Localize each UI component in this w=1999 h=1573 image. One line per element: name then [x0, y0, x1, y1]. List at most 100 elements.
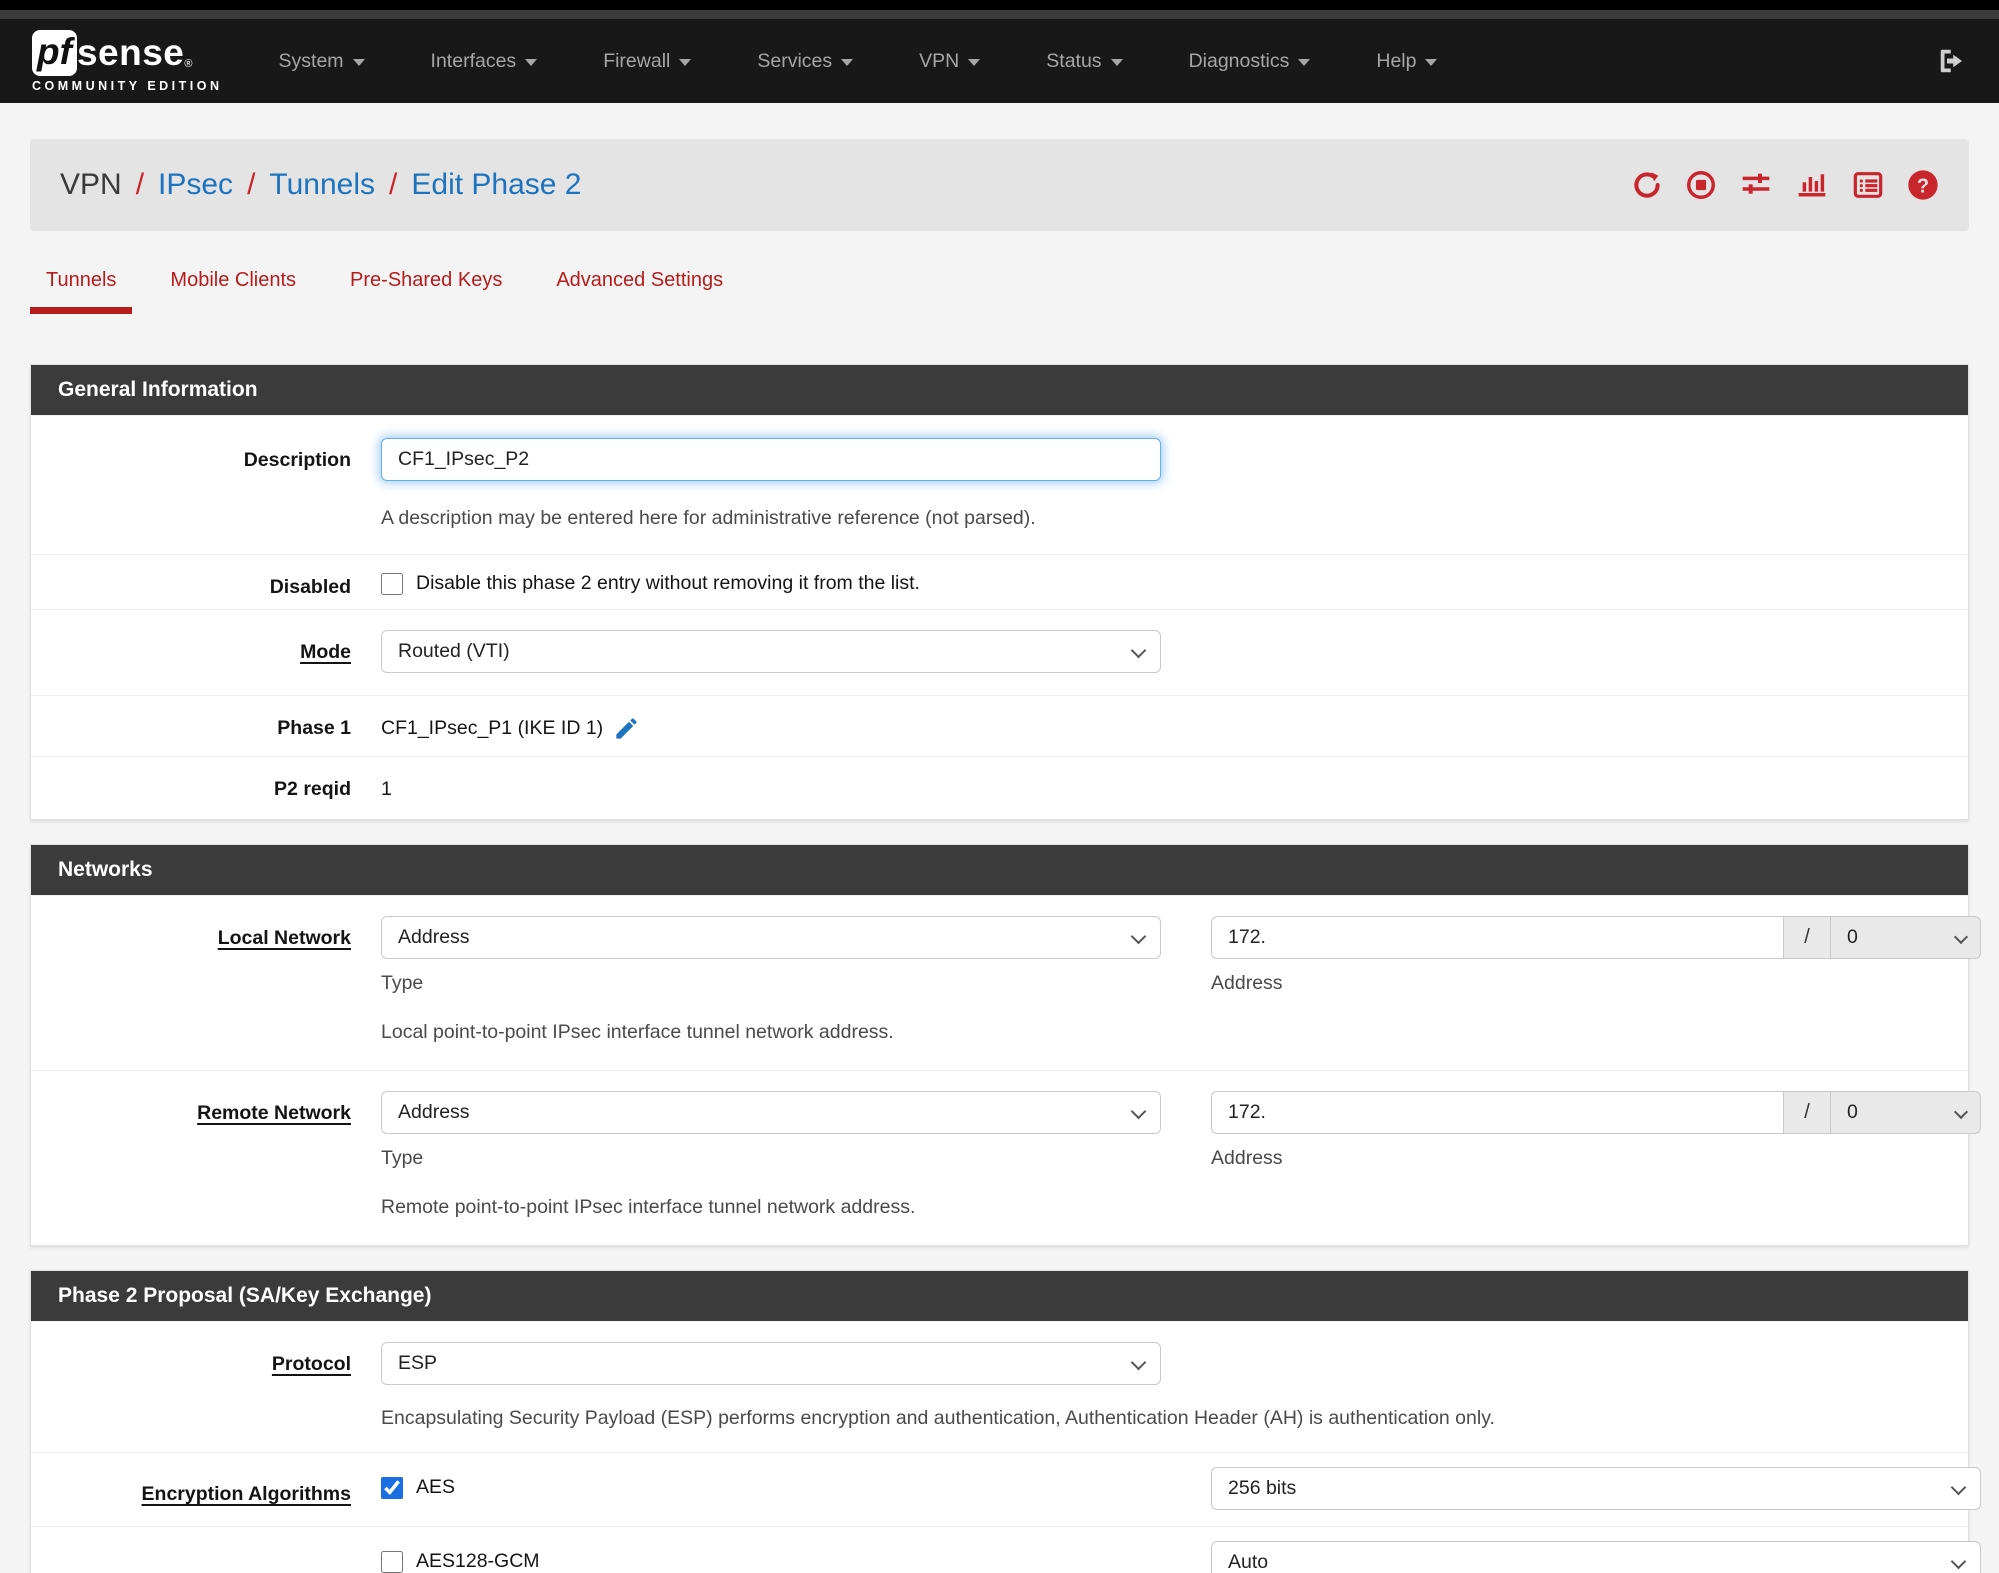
panel-title: Phase 2 Proposal (SA/Key Exchange): [31, 1271, 1968, 1321]
protocol-help: Encapsulating Security Payload (ESP) per…: [381, 1407, 1495, 1429]
chevron-down-icon: [1110, 58, 1123, 66]
nav-item-diagnostics[interactable]: Diagnostics: [1189, 50, 1311, 73]
protocol-select[interactable]: ESP: [381, 1342, 1161, 1385]
logout-icon[interactable]: [1937, 46, 1967, 76]
remote-network-address-sublabel: Address: [1211, 1147, 1283, 1169]
phase2-proposal-panel: Phase 2 Proposal (SA/Key Exchange) Proto…: [30, 1270, 1981, 1573]
local-network-help: Local point-to-point IPsec interface tun…: [381, 1021, 894, 1043]
local-network-type-value: Address: [398, 926, 470, 948]
edit-pencil-icon[interactable]: [613, 715, 640, 748]
protocol-label: Protocol: [271, 1353, 351, 1375]
p2reqid-row: P2 reqid 1: [31, 756, 1968, 819]
chevron-down-icon: [1130, 928, 1147, 945]
aes-keylen-select[interactable]: 256 bits: [1211, 1467, 1981, 1510]
chevron-down-icon: [1130, 1354, 1147, 1371]
local-network-address-sublabel: Address: [1211, 972, 1283, 994]
log-icon[interactable]: [1851, 169, 1885, 201]
help-icon[interactable]: ?: [1907, 169, 1939, 201]
phase1-row: Phase 1 CF1_IPsec_P1 (IKE ID 1): [31, 695, 1968, 756]
mode-select[interactable]: Routed (VTI): [381, 630, 1161, 673]
chevron-down-icon: [1950, 1479, 1967, 1496]
mode-label: Mode: [300, 641, 351, 663]
nav-item-label: VPN: [919, 49, 960, 72]
nav-item-interfaces[interactable]: Interfaces: [431, 50, 538, 73]
nav-item-vpn[interactable]: VPN: [919, 49, 981, 73]
address-separator: /: [1784, 1091, 1831, 1134]
refresh-icon[interactable]: [1631, 169, 1663, 201]
remote-network-label: Remote Network: [197, 1102, 351, 1124]
nav-item-status[interactable]: Status: [1046, 50, 1123, 73]
phase1-value: CF1_IPsec_P1 (IKE ID 1): [381, 717, 604, 739]
chevron-down-icon: [679, 58, 692, 66]
chevron-down-icon: [1130, 1103, 1147, 1120]
tab-mobile-clients[interactable]: Mobile Clients: [154, 269, 312, 314]
page-tabs: Tunnels Mobile Clients Pre-Shared Keys A…: [30, 269, 1969, 314]
status-chart-icon[interactable]: [1795, 169, 1829, 201]
chevron-down-icon: [841, 58, 854, 66]
disabled-checkbox-row: Disable this phase 2 entry without remov…: [381, 563, 1944, 595]
panel-title: Networks: [31, 845, 1968, 895]
nav-item-label: Interfaces: [430, 49, 517, 72]
protocol-row: Protocol ESP Encapsulating Security Payl…: [31, 1321, 1968, 1452]
pfsense-logo[interactable]: pf sense ® COMMUNITY EDITION: [32, 29, 223, 93]
logo-sense-text: sense: [76, 31, 185, 73]
aes-keylen-value: 256 bits: [1228, 1477, 1297, 1499]
panel-title: General Information: [31, 365, 1968, 415]
breadcrumb-link-tunnels[interactable]: Tunnels: [269, 168, 375, 202]
nav-item-label: Services: [757, 49, 833, 72]
description-input[interactable]: [381, 438, 1161, 481]
aes128gcm-keylen-value: Auto: [1228, 1551, 1269, 1573]
breadcrumb: VPN / IPsec / Tunnels / Edit Phase 2: [60, 168, 582, 202]
chevron-down-icon: [1950, 1553, 1967, 1570]
breadcrumb-separator: /: [247, 168, 256, 201]
nav-item-label: Help: [1376, 49, 1417, 72]
disabled-checkbox[interactable]: [381, 572, 403, 595]
remote-network-type-select[interactable]: Address: [381, 1091, 1161, 1134]
chevron-down-icon: [968, 58, 981, 66]
logo-edition-text: COMMUNITY EDITION: [32, 78, 223, 93]
chevron-down-icon: [1425, 58, 1438, 66]
mode-select-value: Routed (VTI): [398, 640, 510, 662]
chevron-down-icon: [1953, 1104, 1969, 1120]
breadcrumb-link-ipsec[interactable]: IPsec: [158, 168, 233, 202]
disabled-row: Disabled Disable this phase 2 entry with…: [31, 554, 1968, 609]
nav-item-system[interactable]: System: [279, 50, 365, 73]
local-network-prefix-select[interactable]: 0: [1831, 916, 1981, 959]
tab-advanced-settings[interactable]: Advanced Settings: [540, 269, 739, 314]
breadcrumb-root: VPN: [60, 168, 122, 201]
tab-pre-shared-keys[interactable]: Pre-Shared Keys: [334, 269, 518, 314]
aes-checkbox[interactable]: [381, 1476, 403, 1499]
aes128gcm-checkbox[interactable]: [381, 1550, 403, 1573]
address-separator: /: [1784, 916, 1831, 959]
remote-network-type-value: Address: [398, 1101, 470, 1123]
stop-service-icon[interactable]: [1685, 169, 1717, 201]
encryption-aes-row: Encryption Algorithms AES 256 bits: [31, 1452, 1981, 1526]
nav-item-firewall[interactable]: Firewall: [603, 49, 692, 73]
local-network-address-input[interactable]: [1211, 916, 1784, 959]
local-network-type-sublabel: Type: [381, 972, 424, 994]
local-network-type-select[interactable]: Address: [381, 916, 1161, 959]
tab-tunnels[interactable]: Tunnels: [30, 269, 133, 314]
nav-item-help[interactable]: Help: [1376, 49, 1438, 73]
chevron-down-icon: [1298, 58, 1311, 66]
p2reqid-label: P2 reqid: [274, 778, 351, 800]
chevron-down-icon: [1953, 929, 1969, 945]
aes128gcm-keylen-select[interactable]: Auto: [1211, 1541, 1981, 1573]
local-network-prefix-value: 0: [1847, 926, 1858, 948]
encryption-algorithms-label: Encryption Algorithms: [141, 1483, 351, 1505]
aes-checkbox-label: AES: [416, 1476, 456, 1498]
remote-network-prefix-select[interactable]: 0: [1831, 1091, 1981, 1134]
networks-panel: Networks Local Network Address Type /: [30, 844, 1981, 1246]
window-top-strip: [0, 0, 1999, 10]
nav-item-services[interactable]: Services: [757, 49, 854, 73]
nav-item-label: Firewall: [603, 49, 671, 72]
encryption-aes128gcm-row: AES128-GCM Auto: [31, 1526, 1981, 1573]
disabled-checkbox-label: Disable this phase 2 entry without remov…: [416, 572, 920, 594]
chevron-down-icon: [525, 58, 538, 66]
p2reqid-value: 1: [381, 778, 392, 800]
disabled-label: Disabled: [269, 576, 351, 598]
breadcrumb-link-edit-phase2[interactable]: Edit Phase 2: [411, 168, 581, 202]
related-settings-icon[interactable]: [1739, 169, 1773, 201]
local-network-row: Local Network Address Type / 0: [31, 895, 1981, 1070]
remote-network-address-input[interactable]: [1211, 1091, 1784, 1134]
